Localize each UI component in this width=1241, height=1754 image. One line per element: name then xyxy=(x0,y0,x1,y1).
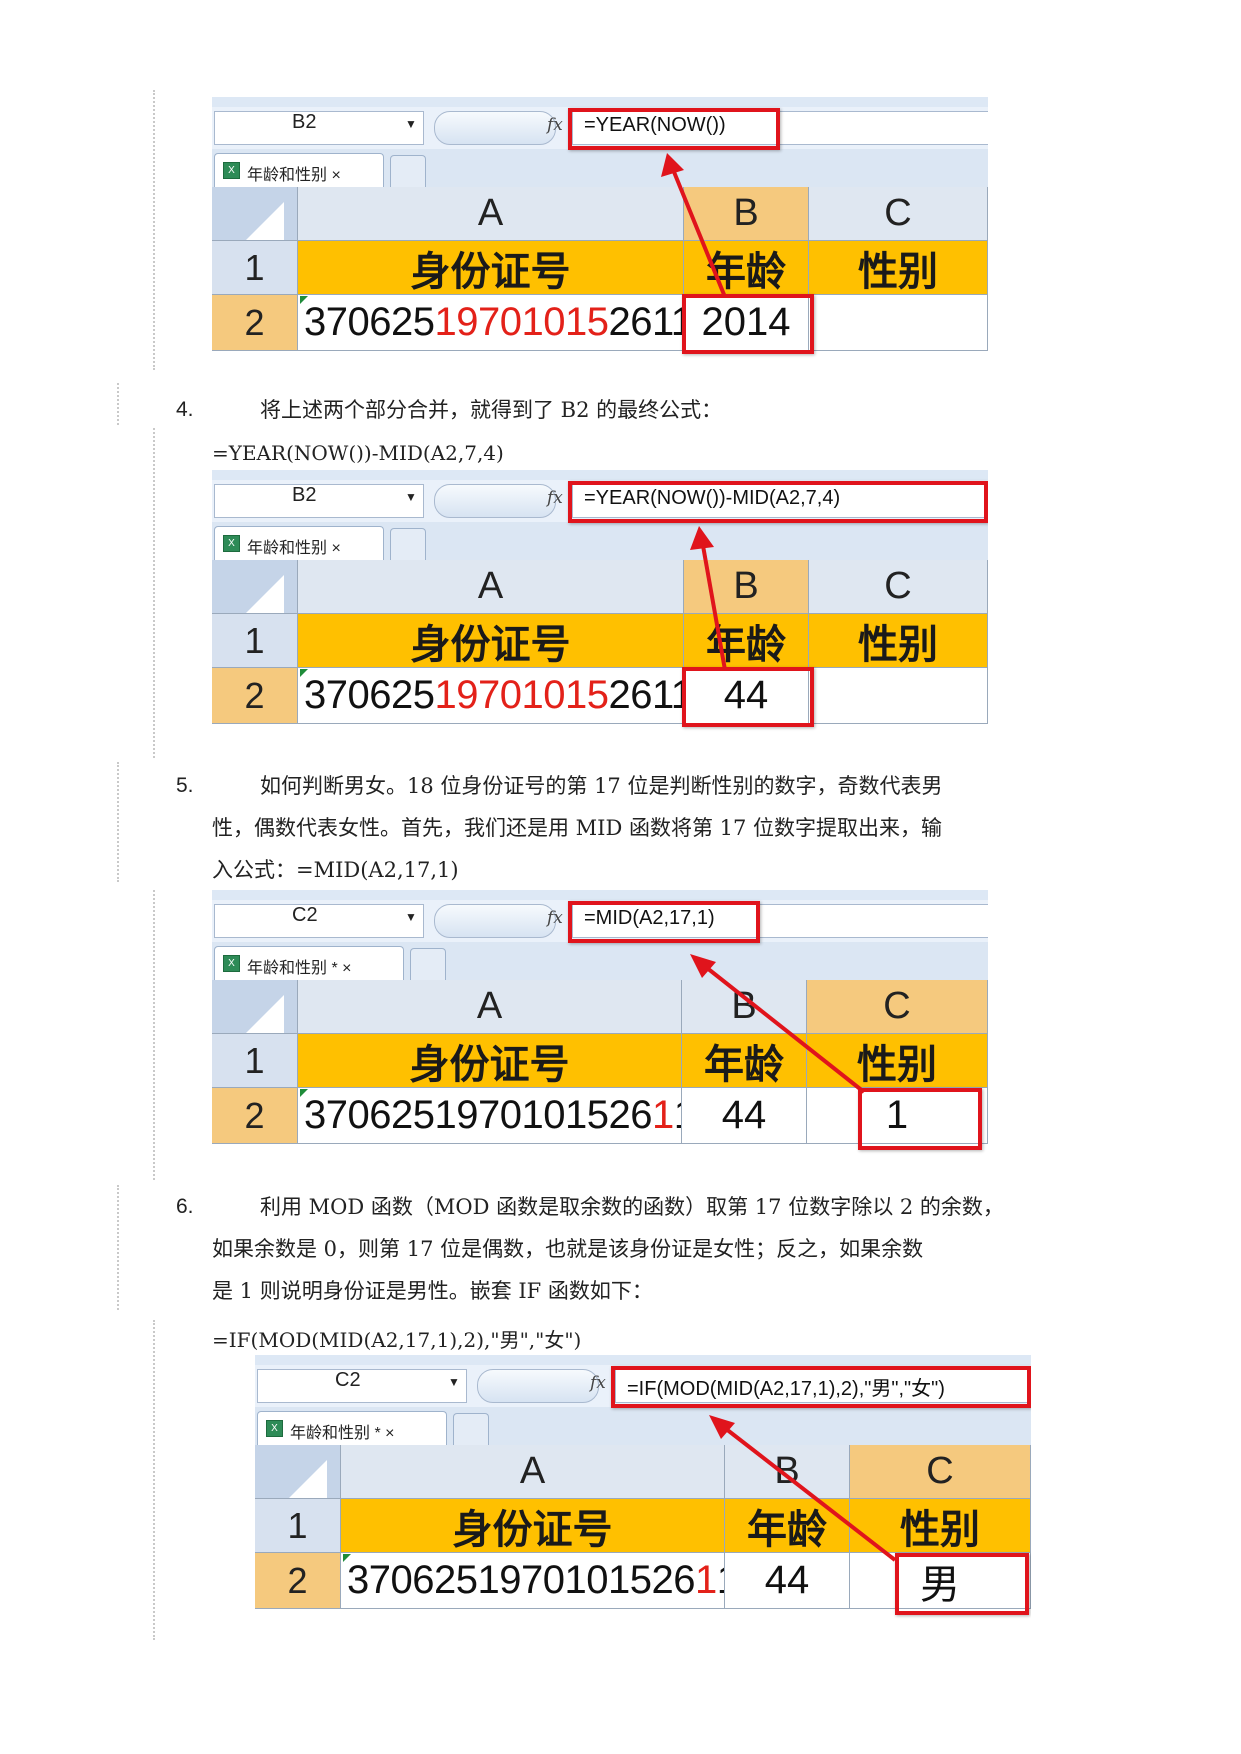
margin-dotted-line xyxy=(153,890,155,1180)
red-arrow xyxy=(690,526,727,671)
step-number: 6. xyxy=(176,1195,194,1218)
step-number: 4. xyxy=(176,398,194,421)
margin-dotted-line xyxy=(153,1320,155,1640)
step-number: 5. xyxy=(176,774,194,797)
formula-text-line: =IF(MOD(MID(A2,17,1),2),"男","女") xyxy=(212,1328,582,1352)
step-text: 性，偶数代表女性。首先，我们还是用 MID 函数将第 17 位数字提取出来，输 xyxy=(212,816,943,840)
formula-text-line: =YEAR(NOW())-MID(A2,7,4) xyxy=(212,441,504,465)
excel-screenshot-1: B2 ▼ fx =YEAR(NOW()) X 年龄和性别 × A B C 1 身… xyxy=(212,97,988,377)
step-text: 如何判断男女。18 位身份证号的第 17 位是判断性别的数字，奇数代表男 xyxy=(260,774,943,798)
step-text: 是 1 则说明身份证是男性。嵌套 IF 函数如下： xyxy=(212,1279,653,1303)
step-text: 如果余数是 0，则第 17 位是偶数，也就是该身份证是女性；反之，如果余数 xyxy=(212,1237,924,1261)
margin-dotted-line xyxy=(117,762,119,882)
red-arrow xyxy=(661,153,727,298)
excel-screenshot-3: C2 ▼ fx =MID(A2,17,1) X 年龄和性别 * × A B C … xyxy=(212,890,988,1170)
excel-screenshot-4: C2 ▼ fx =IF(MOD(MID(A2,17,1),2),"男","女")… xyxy=(255,1355,1031,1635)
margin-dotted-line xyxy=(153,428,155,758)
step-4: 4. 将上述两个部分合并，就得到了 B2 的最终公式： xyxy=(176,389,1076,431)
margin-dotted-line xyxy=(117,1185,119,1310)
step-text: 入公式：=MID(A2,17,1) xyxy=(212,858,459,882)
step-text: 利用 MOD 函数（MOD 函数是取余数的函数）取第 17 位数字除以 2 的余… xyxy=(260,1195,1004,1219)
step-text: 将上述两个部分合并，就得到了 B2 的最终公式： xyxy=(260,398,723,422)
excel-screenshot-2: B2 ▼ fx =YEAR(NOW())-MID(A2,7,4) X 年龄和性别… xyxy=(212,470,988,750)
step-6: 6. 利用 MOD 函数（MOD 函数是取余数的函数）取第 17 位数字除以 2… xyxy=(176,1186,1076,1312)
margin-dotted-line xyxy=(153,90,155,370)
step-5: 5. 如何判断男女。18 位身份证号的第 17 位是判断性别的数字，奇数代表男 … xyxy=(176,765,1076,891)
red-arrow xyxy=(690,954,866,1094)
margin-dotted-line xyxy=(117,383,119,425)
red-arrow xyxy=(709,1415,897,1562)
